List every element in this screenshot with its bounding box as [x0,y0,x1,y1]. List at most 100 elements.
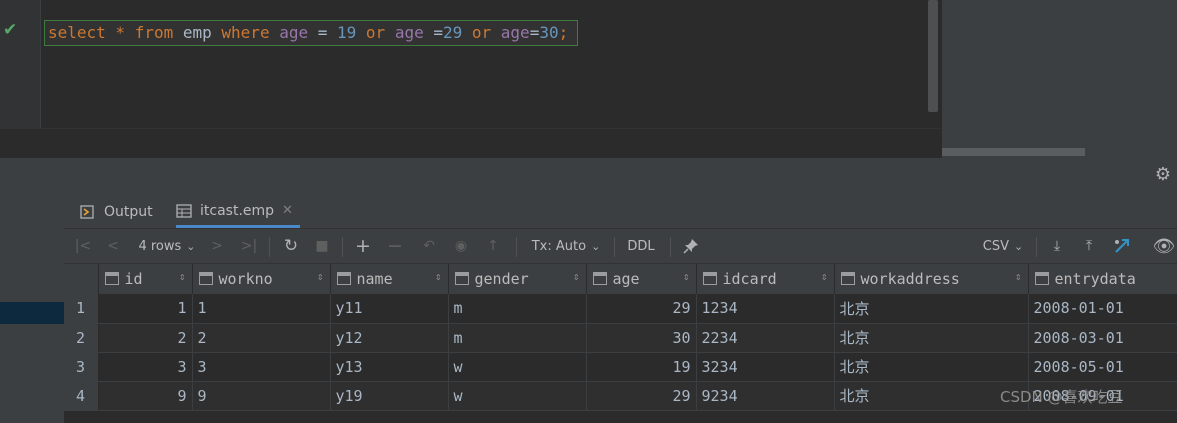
column-header-entrydata[interactable]: entrydata [1028,264,1177,294]
cell-entrydata[interactable]: 2008-01-01 [1028,294,1177,324]
cell-name[interactable]: y11 [330,294,449,324]
download-icon[interactable]: ⤓ [1046,229,1068,263]
stop-icon[interactable]: ■ [312,229,332,263]
cell-name[interactable]: y19 [330,381,449,411]
cell-workno[interactable]: 3 [192,352,331,382]
column-header-id[interactable]: id ⇕ [98,264,193,294]
cell-workaddress[interactable]: 北京 [834,352,1029,382]
cell-age[interactable]: 29 [586,381,697,411]
column-header-label: workno [218,270,273,288]
sort-icon[interactable]: ⇕ [821,270,828,283]
add-row-icon[interactable]: + [352,229,374,263]
sort-icon[interactable]: ⇕ [317,270,324,283]
tx-mode-label: Tx: Auto [531,238,587,254]
table-row[interactable]: 1 1 1 y11 m 29 1234 北京 2008-01-01 [64,294,1177,324]
cell-workno[interactable]: 9 [192,381,331,411]
column-header-workno[interactable]: workno ⇕ [192,264,331,294]
cell-idcard[interactable]: 9234 [696,381,835,411]
sort-icon[interactable]: ⇕ [179,270,186,283]
sql-statement-line[interactable]: select * from emp where age = 19 or age … [44,20,578,46]
rows-count-label: 4 rows [138,238,182,254]
cell-entrydata[interactable]: 2008-03-01 [1028,323,1177,353]
row-number: 1 [64,294,99,324]
cell-gender[interactable]: m [448,294,587,324]
export-format-dropdown[interactable]: CSV ⌄ [980,229,1026,263]
pin-icon[interactable] [680,229,702,263]
sql-token: or [462,23,492,42]
delete-row-icon[interactable]: − [384,229,406,263]
cell-id[interactable]: 9 [98,381,193,411]
sql-token: age [385,23,424,42]
submit-icon[interactable]: ↑ [482,229,504,263]
sort-icon[interactable]: ⇕ [683,270,690,283]
editor-horizontal-scrollbar[interactable] [942,148,1085,156]
cell-workno[interactable]: 1 [192,294,331,324]
column-header-workaddress[interactable]: workaddress ⇕ [834,264,1029,294]
cell-name[interactable]: y13 [330,352,449,382]
table-row[interactable]: 2 2 2 y12 m 30 2234 北京 2008-03-01 [64,323,1177,353]
cell-gender[interactable]: w [448,381,587,411]
column-header-label: entrydata [1054,270,1136,288]
cell-age[interactable]: 19 [586,352,697,382]
editor-vertical-scrollbar[interactable] [928,0,938,112]
close-icon[interactable]: ✕ [282,203,293,218]
sort-icon[interactable]: ⇕ [435,270,442,283]
separator [516,237,517,257]
selected-tree-item[interactable] [0,302,64,324]
preview-pending-icon[interactable]: ◉ [450,229,472,263]
cell-idcard[interactable]: 1234 [696,294,835,324]
sql-editor[interactable]: ✔ select * from emp where age = 19 or ag… [0,0,942,128]
cell-idcard[interactable]: 2234 [696,323,835,353]
tab-itcast-emp[interactable]: itcast.emp ✕ [176,196,300,228]
sort-icon[interactable]: ⇕ [573,270,580,283]
services-tree[interactable] [0,228,65,423]
watermark: CSDN @喜欢吃豆 [1000,388,1123,406]
column-header-label: id [124,270,143,288]
sql-token: 19 [337,23,357,42]
cell-gender[interactable]: w [448,352,587,382]
upload-icon[interactable]: ⤒ [1078,229,1100,263]
refresh-icon[interactable]: ↻ [280,229,302,263]
column-header-name[interactable]: name ⇕ [330,264,449,294]
cell-idcard[interactable]: 3234 [696,352,835,382]
next-page-icon[interactable]: > [208,229,226,263]
cell-gender[interactable]: m [448,323,587,353]
cell-workno[interactable]: 2 [192,323,331,353]
separator [1036,237,1037,257]
gear-icon[interactable]: ⚙ [1153,164,1173,186]
column-icon [198,272,213,285]
last-page-icon[interactable]: >| [238,229,260,263]
cell-id[interactable]: 3 [98,352,193,382]
previous-page-icon[interactable]: < [104,229,122,263]
cell-id[interactable]: 2 [98,323,193,353]
cell-age[interactable]: 29 [586,294,697,324]
cell-entrydata[interactable]: 2008-05-01 [1028,352,1177,382]
table-row[interactable]: 3 3 3 y13 w 19 3234 北京 2008-05-01 [64,352,1177,382]
rows-count-dropdown[interactable]: 4 rows ⌄ [134,229,200,263]
cell-name[interactable]: y12 [330,323,449,353]
cell-workaddress[interactable]: 北京 [834,294,1029,324]
eye-icon[interactable]: 👁 [1152,229,1176,263]
sort-icon[interactable]: ⇕ [1015,270,1022,283]
sql-token: where [221,23,270,42]
tab-output[interactable]: Output [80,196,153,228]
transaction-mode-dropdown[interactable]: Tx: Auto ⌄ [528,229,604,263]
compare-icon[interactable] [1110,229,1134,263]
cell-age[interactable]: 30 [586,323,697,353]
table-icon [176,203,192,218]
check-icon: ✔ [3,20,18,40]
output-icon [80,205,96,219]
cell-workaddress[interactable]: 北京 [834,323,1029,353]
cell-workaddress[interactable]: 北京 [834,381,1029,411]
column-header-idcard[interactable]: idcard ⇕ [696,264,835,294]
first-page-icon[interactable]: |< [74,229,92,263]
column-header-gender[interactable]: gender ⇕ [448,264,587,294]
sql-token: 30 [539,23,559,42]
column-header-age[interactable]: age ⇕ [586,264,697,294]
sql-token: from [134,23,174,42]
revert-icon[interactable]: ↶ [418,229,440,263]
ddl-button[interactable]: DDL [624,229,658,263]
cell-id[interactable]: 1 [98,294,193,324]
sql-token: = [529,23,540,42]
ddl-label: DDL [627,238,655,254]
